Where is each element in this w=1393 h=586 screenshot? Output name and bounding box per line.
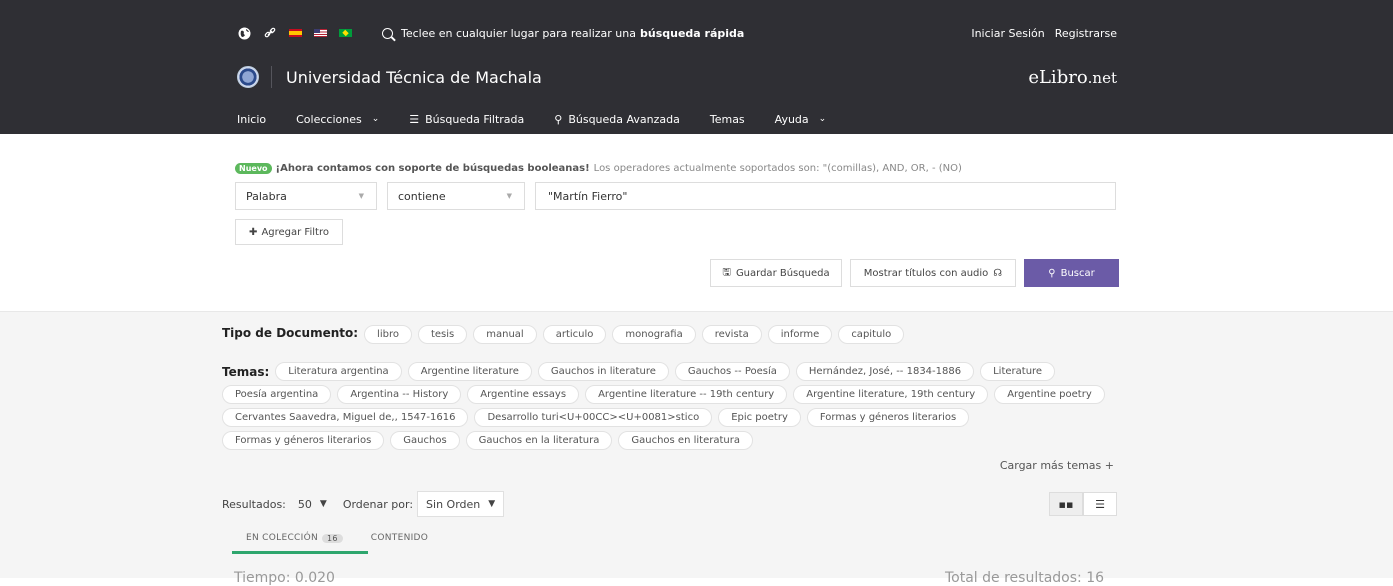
grid-view-button[interactable]: ▪▪ bbox=[1049, 492, 1083, 516]
chevron-down-icon: ⌄ bbox=[818, 114, 827, 124]
active-tab-indicator bbox=[232, 551, 368, 554]
login-link[interactable]: Iniciar Sesión bbox=[971, 27, 1044, 40]
caret-down-icon: ▼ bbox=[506, 192, 512, 200]
divider bbox=[271, 66, 272, 88]
nav-colecciones[interactable]: Colecciones ⌄ bbox=[296, 113, 379, 126]
total-results: Total de resultados: 16 bbox=[945, 570, 1105, 586]
topic-chip[interactable]: Literatura argentina bbox=[275, 362, 402, 381]
list-icon: ☰ bbox=[1095, 497, 1105, 511]
doc-type-label: Tipo de Documento: bbox=[222, 326, 359, 340]
quick-search-hint[interactable]: Teclee en cualquier lugar para realizar … bbox=[382, 27, 744, 40]
caret-down-icon: ▼ bbox=[488, 499, 496, 509]
elibro-logo[interactable]: eLibro.net bbox=[1028, 67, 1117, 88]
nav-temas[interactable]: Temas bbox=[710, 113, 745, 126]
notice-title: ¡Ahora contamos con soporte de búsquedas… bbox=[275, 163, 590, 174]
doc-type-chip[interactable]: informe bbox=[767, 325, 833, 344]
topic-chip[interactable]: Argentine literature -- 19th century bbox=[585, 385, 788, 404]
brazil-flag-icon[interactable] bbox=[339, 29, 352, 37]
topic-chip[interactable]: Gauchos en la literatura bbox=[465, 431, 613, 450]
topic-chip[interactable]: Gauchos -- Poesía bbox=[674, 362, 790, 381]
topic-chip[interactable]: Argentine essays bbox=[467, 385, 580, 404]
topic-chip[interactable]: Gauchos bbox=[390, 431, 460, 450]
grid-icon: ▪▪ bbox=[1058, 497, 1074, 511]
university-name[interactable]: Universidad Técnica de Machala bbox=[286, 68, 542, 87]
result-tabs: EN COLECCIÓN 16 CONTENIDO bbox=[232, 528, 442, 548]
add-filter-button[interactable]: ✚ Agregar Filtro bbox=[235, 219, 343, 245]
results-label: Resultados: bbox=[222, 497, 286, 511]
temas-label: Temas: bbox=[222, 364, 270, 379]
topic-chip[interactable]: Gauchos en literatura bbox=[618, 431, 753, 450]
topic-chip[interactable]: Argentina -- History bbox=[337, 385, 462, 404]
search-icon: ⚲ bbox=[554, 112, 563, 126]
topic-chip[interactable]: Argentine literature, 19th century bbox=[793, 385, 989, 404]
topic-chip[interactable]: Epic poetry bbox=[718, 408, 801, 427]
per-page-select[interactable]: 50 ▼ bbox=[290, 491, 335, 517]
notice-text: Los operadores actualmente soportados so… bbox=[593, 163, 962, 174]
load-more-topics[interactable]: Cargar más temas + bbox=[1000, 459, 1114, 472]
topic-chip[interactable]: Formas y géneros literarios bbox=[806, 408, 970, 427]
boolean-notice: Nuevo ¡Ahora contamos con soporte de bús… bbox=[235, 163, 962, 174]
new-badge: Nuevo bbox=[235, 163, 272, 174]
globe-icon[interactable] bbox=[237, 26, 251, 40]
sliders-icon: ☰ bbox=[409, 112, 420, 126]
view-toggle: ▪▪ ☰ bbox=[1049, 492, 1117, 516]
doc-type-chip[interactable]: libro bbox=[364, 325, 412, 344]
register-link[interactable]: Registrarse bbox=[1055, 27, 1117, 40]
doc-type-chip[interactable]: monografia bbox=[612, 325, 696, 344]
topic-chip[interactable]: Argentine poetry bbox=[994, 385, 1105, 404]
spain-flag-icon[interactable] bbox=[289, 29, 302, 37]
topic-chip[interactable]: Gauchos in literature bbox=[537, 362, 669, 381]
audio-titles-button[interactable]: Mostrar títulos con audio ☊ bbox=[850, 259, 1016, 287]
floppy-icon: 🖫 bbox=[722, 266, 731, 278]
caret-down-icon: ▼ bbox=[319, 499, 327, 509]
doc-type-chip[interactable]: capitulo bbox=[838, 325, 905, 344]
topic-chip[interactable]: Desarrollo turi<U+00CC><U+0081>stico bbox=[474, 408, 713, 427]
tab-en-coleccion[interactable]: EN COLECCIÓN 16 bbox=[232, 528, 357, 548]
brand-row: Universidad Técnica de Machala eLibro.ne… bbox=[237, 64, 1117, 90]
order-select[interactable]: Sin Orden ▼ bbox=[417, 491, 505, 517]
main-nav: Inicio Colecciones ⌄ ☰ Búsqueda Filtrada ⚲… bbox=[237, 110, 856, 128]
topic-chip[interactable]: Argentine literature bbox=[407, 362, 532, 381]
topic-chip[interactable]: Cervantes Saavedra, Miguel de,, 1547-161… bbox=[222, 408, 469, 427]
tab-contenido[interactable]: CONTENIDO bbox=[357, 528, 442, 548]
top-strip: Teclee en cualquier lugar para realizar … bbox=[237, 22, 1117, 44]
doc-type-chip[interactable]: tesis bbox=[417, 325, 468, 344]
nav-busqueda-avanzada[interactable]: ⚲ Búsqueda Avanzada bbox=[554, 113, 680, 126]
search-button[interactable]: ⚲ Buscar bbox=[1024, 259, 1119, 287]
operator-select[interactable]: contiene ▼ bbox=[387, 182, 525, 210]
search-icon: ⚲ bbox=[1048, 267, 1056, 279]
headphones-icon: ☊ bbox=[993, 267, 1003, 279]
link-icon[interactable] bbox=[263, 26, 277, 40]
filter-row: Palabra ▼ contiene ▼ bbox=[235, 182, 1116, 210]
plus-icon: ✚ bbox=[249, 226, 258, 238]
count-badge: 16 bbox=[322, 533, 343, 543]
search-time: Tiempo: 0.020 bbox=[234, 570, 335, 586]
doc-type-facet: Tipo de Documento: libro tesis manual artic… bbox=[222, 322, 910, 344]
field-select[interactable]: Palabra ▼ bbox=[235, 182, 377, 210]
quick-search-bold: búsqueda rápida bbox=[639, 26, 745, 40]
chevron-down-icon: ⌄ bbox=[371, 114, 380, 124]
doc-type-chip[interactable]: articulo bbox=[542, 325, 607, 344]
topic-chip[interactable]: Formas y géneros literarios bbox=[222, 431, 385, 450]
doc-type-chip[interactable]: revista bbox=[701, 325, 762, 344]
doc-type-chip[interactable]: manual bbox=[473, 325, 537, 344]
topic-chip[interactable]: Poesía argentina bbox=[222, 385, 332, 404]
university-logo[interactable] bbox=[237, 66, 259, 88]
usa-flag-icon[interactable] bbox=[314, 29, 327, 37]
topic-chip[interactable]: Literature bbox=[980, 362, 1056, 381]
quick-search-text: Teclee en cualquier lugar para realizar … bbox=[401, 26, 636, 40]
order-label: Ordenar por: bbox=[342, 497, 414, 511]
temas-facet: Temas: Literatura argentina Argentine lite… bbox=[222, 362, 1122, 454]
nav-inicio[interactable]: Inicio bbox=[237, 113, 266, 126]
topic-chip[interactable]: Hernández, José, -- 1834-1886 bbox=[795, 362, 975, 381]
search-icon bbox=[382, 27, 393, 39]
nav-ayuda[interactable]: Ayuda ⌄ bbox=[775, 113, 827, 126]
list-view-button[interactable]: ☰ bbox=[1083, 492, 1117, 516]
save-search-button[interactable]: 🖫 Guardar Búsqueda bbox=[710, 259, 842, 287]
caret-down-icon: ▼ bbox=[358, 192, 364, 200]
search-value-input[interactable] bbox=[535, 182, 1116, 210]
nav-busqueda-filtrada[interactable]: ☰ Búsqueda Filtrada bbox=[409, 113, 524, 126]
results-controls: Resultados: 50 ▼ Ordenar por: Sin Orden ▼ bbox=[222, 491, 512, 517]
